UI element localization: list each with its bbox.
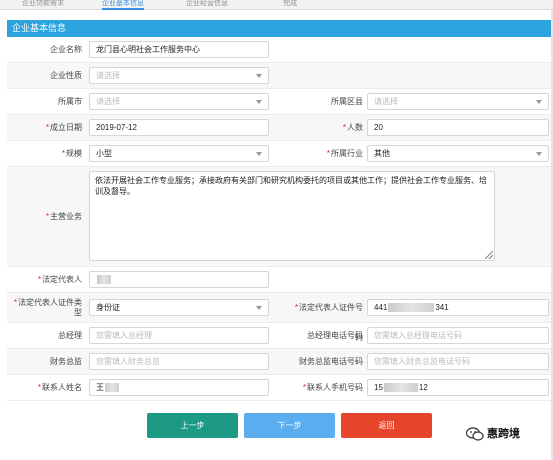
company-name-input[interactable]: 龙门县心明社会工作服务中心: [89, 41, 269, 58]
contact-label: *联系人姓名: [7, 375, 82, 401]
district-label: 所属区县: [331, 97, 363, 106]
cfo-phone-input[interactable]: 您需填入财务总监电话号码: [367, 353, 549, 370]
row-gm: 总经理 您需填入总经理 总经理电话号码 您需填入总经理电话号码: [7, 323, 551, 349]
step-complete[interactable]: 完成: [283, 0, 297, 10]
row-scale: *规模 小型 *所属行业 其他: [7, 141, 551, 167]
city-label: 所属市: [58, 97, 82, 106]
row-company-name: 企业名称 龙门县心明社会工作服务中心: [7, 37, 551, 63]
main-business-label-text: 主营业务: [50, 212, 82, 221]
scale-select[interactable]: 小型: [89, 145, 269, 162]
prev-step-button[interactable]: 上一步: [147, 413, 238, 438]
company-name-label: 企业名称: [50, 45, 82, 54]
watermark-text: 惠跨境: [487, 428, 520, 440]
row-founded: *成立日期 2019-07-12 *人数 20: [7, 115, 551, 141]
phone-prefix: 15: [374, 383, 383, 392]
company-type-placeholder: 请选择: [96, 71, 120, 80]
row-legal-rep: *法定代表人: [7, 267, 551, 293]
gm-phone-label: 总经理电话号码: [307, 331, 363, 340]
required-mark: *: [342, 123, 346, 132]
district-placeholder: 请选择: [374, 97, 398, 106]
contact-phone-input[interactable]: 15 12: [367, 379, 549, 396]
required-mark: *: [13, 298, 17, 307]
required-mark: *: [302, 383, 306, 392]
cfo-label: 财务总监: [50, 357, 82, 366]
cfo-phone-label: 财务总监电话号码: [299, 357, 363, 366]
section-title: 企业基本信息: [7, 20, 551, 37]
scale-label-text: 规模: [66, 149, 82, 158]
legal-id-type-label-text: 法定代表人证件类型: [18, 298, 82, 317]
cfo-input[interactable]: 您需填入财务总监: [89, 353, 269, 370]
basic-info-form: 企业名称 龙门县心明社会工作服务中心 企业性质 请选择 所属市 请选择 所属区县…: [7, 37, 551, 437]
contact-phone-label: *联系人手机号码: [291, 375, 363, 401]
page: 企业贷款需求 企业基本信息 企业经营信息 完成 企业基本信息 企业名称 龙门县心…: [0, 0, 553, 460]
required-mark: *: [45, 123, 49, 132]
main-business-text: 依法开展社会工作专业服务；承接政府有关部门和研究机构委托的项目或其他工作；提供社…: [95, 176, 487, 196]
founded-label: *成立日期: [7, 115, 82, 141]
phone-suffix: 12: [418, 383, 428, 392]
cfo-placeholder: 您需填入财务总监: [96, 357, 160, 366]
step-basic-info[interactable]: 企业基本信息: [102, 0, 144, 10]
founded-date-input[interactable]: 2019-07-12: [89, 119, 269, 136]
redacted-value: [105, 383, 119, 393]
wechat-icon: [466, 427, 484, 441]
required-mark: *: [45, 212, 49, 221]
redacted-value: [383, 383, 418, 393]
industry-label: *所属行业: [291, 141, 363, 167]
step-loan-demand[interactable]: 企业贷款需求: [22, 0, 64, 10]
legal-rep-label: *法定代表人: [7, 267, 82, 293]
main-business-textarea[interactable]: 依法开展社会工作专业服务；承接政府有关部门和研究机构委托的项目或其他工作；提供社…: [89, 171, 495, 261]
district-select[interactable]: 请选择: [367, 93, 549, 110]
main-business-label: *主营业务: [7, 167, 82, 267]
contact-label-text: 联系人姓名: [42, 383, 82, 392]
resize-handle-icon[interactable]: [485, 251, 493, 259]
row-contact: *联系人姓名 王 *联系人手机号码 15 12: [7, 375, 551, 401]
row-legal-id: *法定代表人证件类型 身份证 *法定代表人证件号码 441 341: [7, 293, 551, 342]
company-type-select[interactable]: 请选择: [89, 67, 269, 84]
row-company-type: 企业性质 请选择: [7, 63, 551, 89]
headcount-label: *人数: [291, 115, 363, 141]
headcount-input[interactable]: 20: [367, 119, 549, 136]
legal-rep-label-text: 法定代表人: [42, 275, 82, 284]
industry-select[interactable]: 其他: [367, 145, 549, 162]
contact-name-input[interactable]: 王: [89, 379, 269, 396]
row-location: 所属市 请选择 所属区县 请选择: [7, 89, 551, 115]
step-tabs: 企业贷款需求 企业基本信息 企业经营信息 完成: [0, 0, 553, 10]
gm-label: 总经理: [58, 331, 82, 340]
contact-prefix: 王: [96, 383, 104, 392]
cfo-phone-placeholder: 您需填入财务总监电话号码: [374, 357, 470, 366]
gm-phone-input[interactable]: 您需填入总经理电话号码: [367, 327, 549, 344]
contact-phone-label-text: 联系人手机号码: [307, 383, 363, 392]
gm-phone-placeholder: 您需填入总经理电话号码: [374, 331, 462, 340]
required-mark: *: [326, 149, 330, 158]
required-mark: *: [37, 275, 41, 284]
legal-id-no-input[interactable]: 441 341: [367, 299, 549, 316]
required-mark: *: [61, 149, 65, 158]
gm-placeholder: 您需填入总经理: [96, 331, 152, 340]
industry-label-text: 所属行业: [331, 149, 363, 158]
legal-id-type-select[interactable]: 身份证: [89, 299, 269, 316]
city-placeholder: 请选择: [96, 97, 120, 106]
headcount-label-text: 人数: [347, 123, 363, 132]
back-button[interactable]: 返回: [341, 413, 432, 438]
city-select[interactable]: 请选择: [89, 93, 269, 110]
next-step-button[interactable]: 下一步: [244, 413, 335, 438]
row-main-business: *主营业务 依法开展社会工作专业服务；承接政府有关部门和研究机构委托的项目或其他…: [7, 167, 551, 267]
required-mark: *: [294, 303, 298, 312]
founded-label-text: 成立日期: [50, 123, 82, 132]
legal-rep-input[interactable]: [89, 271, 269, 288]
legal-id-type-label: *法定代表人证件类型: [7, 293, 82, 318]
watermark: 惠跨境: [466, 426, 520, 442]
row-cfo: 财务总监 您需填入财务总监 财务总监电话号码 您需填入财务总监电话号码: [7, 349, 551, 375]
redacted-value: [388, 303, 435, 313]
company-type-label: 企业性质: [50, 71, 82, 80]
redacted-value: [97, 275, 111, 285]
gm-input[interactable]: 您需填入总经理: [89, 327, 269, 344]
required-mark: *: [37, 383, 41, 392]
step-operation-info[interactable]: 企业经营信息: [186, 0, 228, 10]
id-suffix: 341: [435, 303, 449, 312]
scale-label: *规模: [7, 141, 82, 167]
id-prefix: 441: [374, 303, 388, 312]
